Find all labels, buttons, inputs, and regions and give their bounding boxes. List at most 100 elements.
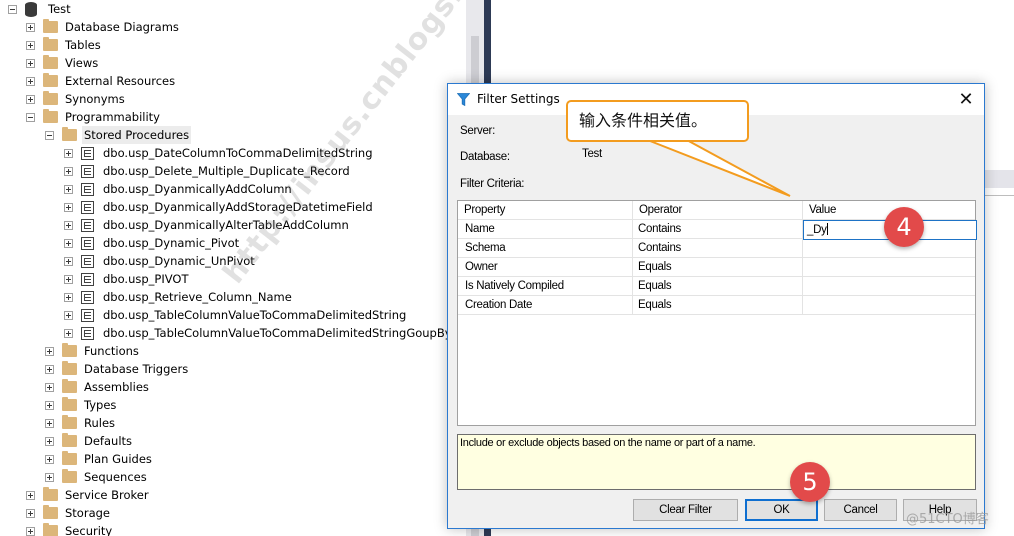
operator-cell[interactable]: Equals bbox=[633, 258, 803, 277]
grid-row[interactable]: Owner Equals bbox=[458, 258, 975, 277]
expand-icon[interactable] bbox=[45, 382, 54, 392]
expand-icon[interactable] bbox=[64, 220, 73, 230]
tree-node-label: Database Diagrams bbox=[65, 20, 179, 34]
close-button[interactable]: ✕ bbox=[948, 84, 984, 115]
tree-node-folder[interactable]: Plan Guides bbox=[45, 450, 154, 468]
folder-icon bbox=[43, 55, 58, 69]
expand-icon[interactable] bbox=[45, 418, 54, 428]
folder-icon bbox=[43, 73, 58, 87]
expand-icon[interactable] bbox=[64, 184, 73, 194]
collapse-icon[interactable] bbox=[26, 112, 35, 122]
operator-cell[interactable]: Contains bbox=[633, 239, 803, 258]
tree-node-label: dbo.usp_Dynamic_Pivot bbox=[103, 236, 240, 250]
expand-icon[interactable] bbox=[45, 472, 54, 482]
tree-node-database[interactable]: Test bbox=[8, 0, 73, 18]
stored-procedure-icon bbox=[81, 290, 94, 304]
tree-node-label: dbo.usp_DyanmicallyAlterTableAddColumn bbox=[103, 218, 349, 232]
expand-icon[interactable] bbox=[26, 508, 35, 518]
tree-node-folder[interactable]: Database Triggers bbox=[45, 360, 190, 378]
database-icon bbox=[25, 1, 37, 17]
tree-node-stored-procedure[interactable]: dbo.usp_TableColumnValueToCommaDelimited… bbox=[64, 306, 408, 324]
expand-icon[interactable] bbox=[64, 328, 73, 338]
tree-node-folder[interactable]: Database Diagrams bbox=[26, 18, 181, 36]
expand-icon[interactable] bbox=[45, 436, 54, 446]
folder-icon bbox=[43, 109, 58, 123]
tree-node-stored-procedure[interactable]: dbo.usp_DyanmicallyAlterTableAddColumn bbox=[64, 216, 351, 234]
value-cell[interactable] bbox=[803, 296, 975, 315]
tree-node-stored-procedure[interactable]: dbo.usp_DyanmicallyAddStorageDatetimeFie… bbox=[64, 198, 375, 216]
expand-icon[interactable] bbox=[45, 454, 54, 464]
column-header-property[interactable]: Property bbox=[458, 201, 633, 220]
tree-node-folder[interactable]: Storage bbox=[26, 504, 112, 522]
corner-watermark: @51CTO博客 bbox=[906, 512, 989, 527]
tree-node-label: Defaults bbox=[84, 434, 133, 448]
value-cell[interactable] bbox=[803, 258, 975, 277]
property-cell: Schema bbox=[458, 239, 633, 258]
step-badge-4: 4 bbox=[884, 207, 924, 247]
expand-icon[interactable] bbox=[64, 148, 73, 158]
expand-icon[interactable] bbox=[45, 400, 54, 410]
property-cell: Owner bbox=[458, 258, 633, 277]
expand-icon[interactable] bbox=[26, 58, 35, 68]
expand-icon[interactable] bbox=[26, 22, 35, 32]
expand-icon[interactable] bbox=[26, 490, 35, 500]
tree-node-stored-procedure[interactable]: dbo.usp_PIVOT bbox=[64, 270, 191, 288]
database-value: Test bbox=[582, 148, 602, 160]
expand-icon[interactable] bbox=[26, 94, 35, 104]
tree-node-stored-procedure[interactable]: dbo.usp_Dynamic_Pivot bbox=[64, 234, 241, 252]
tree-node-folder[interactable]: Sequences bbox=[45, 468, 149, 486]
tree-node-label: dbo.usp_PIVOT bbox=[103, 272, 189, 286]
operator-cell[interactable]: Contains bbox=[633, 220, 803, 239]
tree-node-folder[interactable]: Service Broker bbox=[26, 486, 151, 504]
tree-node-stored-procedure[interactable]: dbo.usp_TableColumnValueToCommaDelimited… bbox=[64, 324, 454, 342]
expand-icon[interactable] bbox=[64, 166, 73, 176]
dialog-title: Filter Settings bbox=[477, 92, 560, 106]
expand-icon[interactable] bbox=[64, 202, 73, 212]
tree-node-label: Stored Procedures bbox=[82, 126, 192, 144]
tree-node-folder[interactable]: Stored Procedures bbox=[45, 126, 192, 144]
callout-pointer bbox=[644, 138, 791, 197]
expand-icon[interactable] bbox=[26, 76, 35, 86]
tree-node-folder[interactable]: Rules bbox=[45, 414, 117, 432]
expand-icon[interactable] bbox=[45, 346, 54, 356]
stored-procedure-icon bbox=[81, 308, 94, 322]
tree-node-folder[interactable]: Synonyms bbox=[26, 90, 127, 108]
expand-icon[interactable] bbox=[45, 364, 54, 374]
tree-node-label: dbo.usp_TableColumnValueToCommaDelimited… bbox=[103, 326, 452, 340]
tree-node-folder[interactable]: Tables bbox=[26, 36, 103, 54]
expand-icon[interactable] bbox=[64, 238, 73, 248]
tree-node-label: Views bbox=[65, 56, 99, 70]
tree-node-folder[interactable]: External Resources bbox=[26, 72, 177, 90]
tree-node-stored-procedure[interactable]: dbo.usp_Retrieve_Column_Name bbox=[64, 288, 294, 306]
grid-row[interactable]: Creation Date Equals bbox=[458, 296, 975, 315]
tree-node-folder[interactable]: Views bbox=[26, 54, 100, 72]
folder-icon bbox=[62, 361, 77, 375]
ok-button[interactable]: OK bbox=[745, 499, 818, 521]
cancel-button[interactable]: Cancel bbox=[824, 499, 897, 521]
collapse-icon[interactable] bbox=[45, 130, 54, 140]
collapse-icon[interactable] bbox=[8, 4, 17, 14]
grid-row[interactable]: Is Natively Compiled Equals bbox=[458, 277, 975, 296]
column-header-operator[interactable]: Operator bbox=[633, 201, 803, 220]
tree-node-stored-procedure[interactable]: dbo.usp_DyanmicallyAddColumn bbox=[64, 180, 294, 198]
tree-node-label: Assemblies bbox=[84, 380, 149, 394]
expand-icon[interactable] bbox=[64, 292, 73, 302]
expand-icon[interactable] bbox=[26, 40, 35, 50]
expand-icon[interactable] bbox=[64, 310, 73, 320]
tree-node-folder[interactable]: Security bbox=[26, 522, 114, 536]
tree-node-folder[interactable]: Types bbox=[45, 396, 118, 414]
operator-cell[interactable]: Equals bbox=[633, 296, 803, 315]
tree-node-folder[interactable]: Functions bbox=[45, 342, 141, 360]
tree-node-folder[interactable]: Defaults bbox=[45, 432, 134, 450]
value-cell[interactable] bbox=[803, 277, 975, 296]
tree-node-label: Types bbox=[84, 398, 117, 412]
tree-node-label: Test bbox=[48, 2, 71, 16]
expand-icon[interactable] bbox=[64, 256, 73, 266]
operator-cell[interactable]: Equals bbox=[633, 277, 803, 296]
clear-filter-button[interactable]: Clear Filter bbox=[633, 499, 738, 521]
value-cell[interactable] bbox=[803, 239, 975, 258]
expand-icon[interactable] bbox=[26, 526, 35, 536]
tree-node-folder[interactable]: Programmability bbox=[26, 108, 162, 126]
expand-icon[interactable] bbox=[64, 274, 73, 284]
tree-node-folder[interactable]: Assemblies bbox=[45, 378, 151, 396]
